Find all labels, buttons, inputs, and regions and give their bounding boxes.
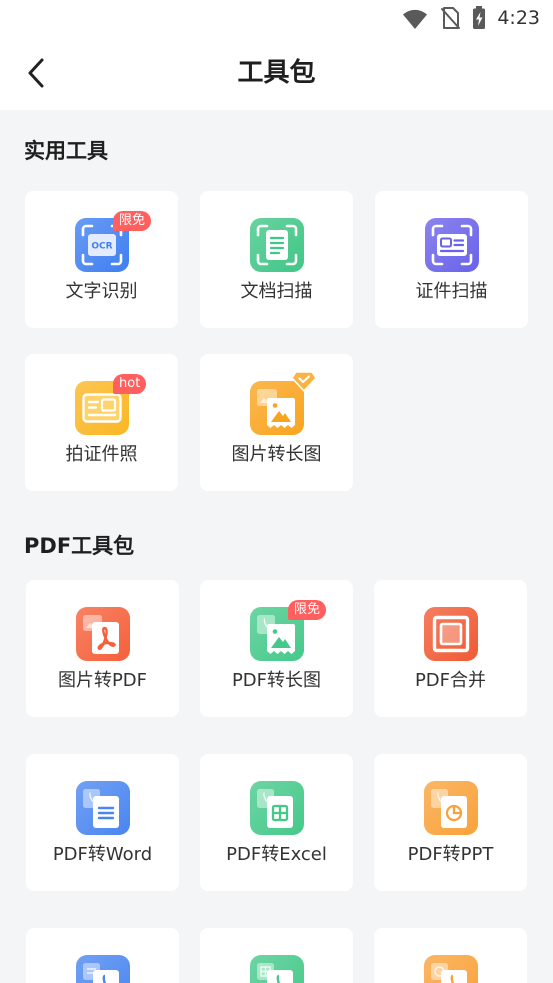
tool-card-pdf-to-excel[interactable]: PDF转Excel xyxy=(200,754,353,891)
tool-label: 文字识别 xyxy=(65,281,138,302)
battery-charging-icon xyxy=(473,6,485,29)
tool-card-id-photo[interactable]: hot 拍证件照 xyxy=(25,354,178,491)
pdf-merge-icon xyxy=(423,607,478,661)
section-title-utility-tools: 实用工具 xyxy=(24,139,108,163)
free-badge: 限免 xyxy=(113,211,152,231)
word-to-pdf-icon xyxy=(75,955,130,983)
ppt-to-pdf-icon xyxy=(423,955,478,983)
hot-badge: hot xyxy=(113,374,147,394)
pdf-to-word-icon xyxy=(75,781,130,835)
tool-card-word-to-pdf[interactable] xyxy=(26,928,179,983)
pdf-to-excel-icon xyxy=(249,781,304,835)
tool-card-pdf-to-long-image[interactable]: 限免 PDF转长图 xyxy=(200,580,353,717)
pdf-tools-grid: 图片转PDF 限免 PDF转长图 PDF合并 PDF转Word PDF转Exce… xyxy=(26,580,527,983)
free-badge: 限免 xyxy=(288,600,327,620)
tool-label: 图片转PDF xyxy=(57,670,148,691)
no-sim-icon xyxy=(441,7,460,29)
status-bar: 4:23 xyxy=(0,0,553,36)
tool-label: PDF转长图 xyxy=(231,670,322,691)
tool-label: PDF转Excel xyxy=(226,844,327,865)
tool-card-pdf-to-word[interactable]: PDF转Word xyxy=(26,754,179,891)
tool-card-ppt-to-pdf[interactable] xyxy=(374,928,527,983)
pdf-to-ppt-icon xyxy=(423,781,478,835)
tool-label: PDF转Word xyxy=(52,844,153,865)
document-scan-icon xyxy=(249,218,304,272)
tool-label: 证件扫描 xyxy=(415,281,488,302)
page-title: 工具包 xyxy=(237,58,316,88)
back-button[interactable] xyxy=(16,53,56,93)
tool-card-pdf-to-ppt[interactable]: PDF转PPT xyxy=(374,754,527,891)
chevron-left-icon xyxy=(28,58,44,88)
ocr-icon-text: OCR xyxy=(91,242,112,252)
status-time: 4:23 xyxy=(497,7,540,29)
id-card-scan-icon xyxy=(424,218,479,272)
header: 工具包 xyxy=(0,36,553,110)
tool-label: 图片转长图 xyxy=(231,444,322,465)
utility-tools-grid: OCR 限免 文字识别 文档扫描 证件扫描 hot 拍证件照 图片转长图 xyxy=(25,191,528,491)
excel-to-pdf-icon xyxy=(249,955,304,983)
wifi-icon xyxy=(403,9,427,30)
tool-label: 拍证件照 xyxy=(65,444,138,465)
section-title-pdf-tools: PDF工具包 xyxy=(24,534,135,558)
tool-card-image-to-pdf[interactable]: 图片转PDF xyxy=(26,580,179,717)
tool-card-excel-to-pdf[interactable] xyxy=(200,928,353,983)
tool-card-ocr[interactable]: OCR 限免 文字识别 xyxy=(25,191,178,328)
vip-diamond-icon xyxy=(291,371,317,392)
tool-label: PDF合并 xyxy=(414,670,487,691)
tool-card-pdf-merge[interactable]: PDF合并 xyxy=(374,580,527,717)
tool-label: PDF转PPT xyxy=(407,844,494,865)
tool-label: 文档扫描 xyxy=(240,281,313,302)
tool-card-image-to-long-image[interactable]: 图片转长图 xyxy=(200,354,353,491)
tool-card-id-card-scan[interactable]: 证件扫描 xyxy=(375,191,528,328)
image-to-pdf-icon xyxy=(75,607,130,661)
tool-card-document-scan[interactable]: 文档扫描 xyxy=(200,191,353,328)
tool-list: 实用工具 OCR 限免 文字识别 文档扫描 证件扫描 hot 拍证件照 图片转长… xyxy=(0,110,553,983)
